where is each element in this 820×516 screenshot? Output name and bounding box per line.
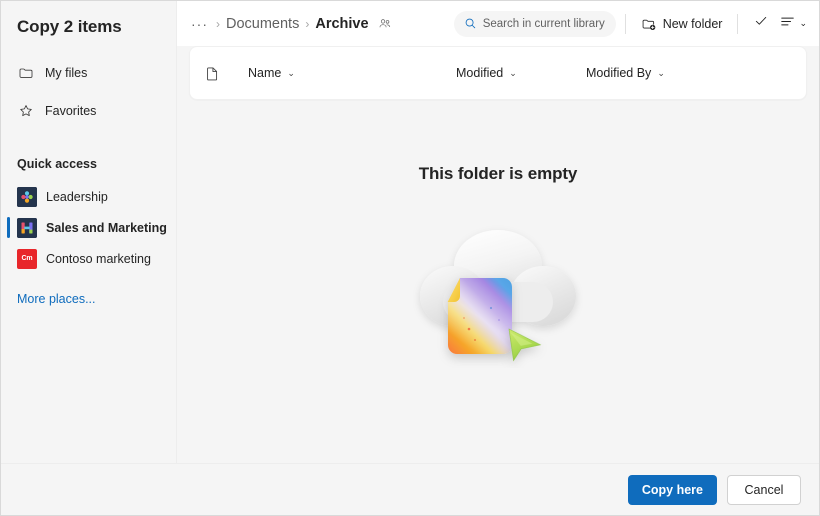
chevron-down-icon: ⌄ (287, 67, 295, 78)
command-bar-divider (624, 13, 626, 34)
new-folder-icon (641, 16, 657, 32)
document-icon (204, 65, 242, 82)
site-tile-contoso-text: Cm (21, 255, 33, 262)
chevron-down-icon: ⌄ (799, 18, 807, 28)
sidebar-item-favorites[interactable]: Favorites (1, 97, 176, 125)
more-places-link[interactable]: More places... (1, 292, 176, 306)
column-header-label: Name (248, 66, 282, 80)
column-headers-row: Name ⌄ Modified ⌄ Modified By ⌄ (189, 46, 807, 100)
breadcrumb-item-archive[interactable]: Archive (315, 16, 368, 32)
sidebar-item-sales-and-marketing[interactable]: Sales and Marketing (1, 212, 176, 243)
file-list-area: Name ⌄ Modified ⌄ Modified By ⌄ This fol… (177, 46, 819, 463)
main-content: ··· › Documents › Archive Search in curr… (177, 1, 819, 463)
sidebar-item-label: Contoso marketing (46, 251, 151, 266)
select-all-check-button[interactable] (747, 10, 775, 38)
sidebar-item-label: Leadership (46, 189, 108, 204)
sidebar-item-contoso-marketing[interactable]: Cm Contoso marketing (1, 243, 176, 274)
chevron-down-icon: ⌄ (509, 67, 517, 78)
empty-folder-state: This folder is empty (189, 100, 807, 463)
star-icon (17, 103, 34, 120)
breadcrumb-separator: › (216, 16, 220, 31)
sidebar-nav-group: My files Favorites (1, 59, 176, 125)
breadcrumb: ··· › Documents › Archive (189, 16, 392, 32)
dialog-footer: Copy here Cancel (1, 463, 819, 515)
dialog-title: Copy 2 items (17, 17, 122, 36)
column-header-label: Modified (456, 66, 504, 80)
sidebar-item-label: Sales and Marketing (46, 220, 167, 235)
search-placeholder-text: Search in current library (482, 17, 605, 30)
site-tile-sales-icon (17, 217, 37, 238)
checkmark-icon (753, 13, 769, 34)
folder-icon (17, 65, 34, 82)
command-bar-divider (737, 13, 739, 34)
sidebar-item-label: Favorites (45, 104, 97, 118)
sidebar-item-leadership[interactable]: Leadership (1, 181, 176, 212)
column-header-modified[interactable]: Modified ⌄ (450, 59, 580, 87)
column-header-name[interactable]: Name ⌄ (242, 59, 450, 87)
sidebar-item-my-files[interactable]: My files (1, 59, 176, 87)
chevron-down-icon: ⌄ (657, 67, 665, 78)
new-folder-label: New folder (662, 16, 723, 31)
site-tile-leadership-icon (17, 186, 37, 207)
search-icon (464, 17, 477, 30)
command-bar: ··· › Documents › Archive Search in curr… (177, 1, 819, 46)
dialog-body: Copy 2 items My files Favorites Quick ac… (1, 1, 819, 463)
cancel-button[interactable]: Cancel (727, 474, 801, 505)
empty-state-title: This folder is empty (418, 164, 578, 183)
breadcrumb-item-documents[interactable]: Documents (226, 16, 299, 32)
breadcrumb-overflow-button[interactable]: ··· (189, 17, 210, 31)
sidebar: Copy 2 items My files Favorites Quick ac… (1, 1, 177, 463)
list-view-icon (779, 13, 796, 35)
cloud-with-colorful-document-and-green-cursor-illustration (413, 208, 583, 368)
new-folder-button[interactable]: New folder (635, 10, 729, 38)
search-input[interactable]: Search in current library (453, 10, 616, 37)
people-shared-icon (378, 17, 392, 31)
breadcrumb-separator: › (305, 16, 310, 31)
quick-access-header: Quick access (17, 157, 97, 171)
copy-items-dialog: Copy 2 items My files Favorites Quick ac… (0, 0, 820, 516)
sidebar-item-label: My files (45, 66, 88, 80)
copy-here-button[interactable]: Copy here (627, 474, 717, 505)
column-header-modified-by[interactable]: Modified By ⌄ (580, 59, 740, 87)
column-header-label: Modified By (586, 66, 652, 80)
site-tile-contoso-icon: Cm (17, 248, 37, 269)
view-options-button[interactable]: ⌄ (775, 10, 811, 38)
